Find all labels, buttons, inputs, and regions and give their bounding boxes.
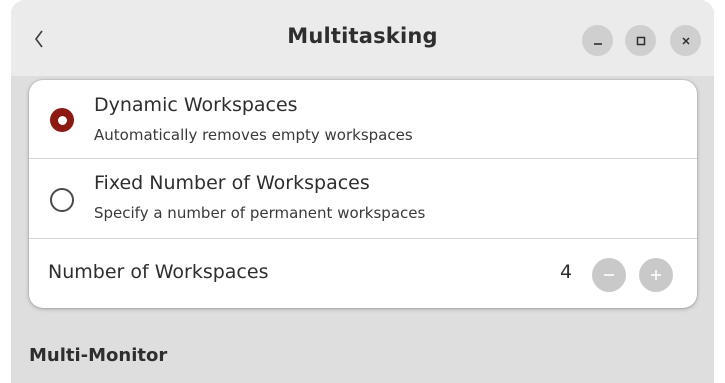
fixed-workspaces-subtitle: Specify a number of permanent workspaces [94,204,426,222]
fixed-workspaces-title: Fixed Number of Workspaces [94,172,370,194]
dynamic-workspaces-subtitle: Automatically removes empty workspaces [94,126,413,144]
fixed-workspaces-radio[interactable] [50,188,74,212]
workspace-count-row: Number of Workspaces 4 [29,239,697,308]
fixed-workspaces-row[interactable]: Fixed Number of Workspaces Specify a num… [29,159,697,238]
close-button[interactable] [670,25,701,56]
increment-button[interactable] [639,258,673,292]
settings-window: Multitasking Dynamic Workspaces Automati… [11,0,714,383]
close-icon [681,36,690,45]
workspaces-card: Dynamic Workspaces Automatically removes… [29,80,697,308]
maximize-icon [636,36,645,45]
workspace-count-label: Number of Workspaces [48,261,269,283]
dynamic-workspaces-title: Dynamic Workspaces [94,94,298,116]
minus-icon [604,274,614,276]
dynamic-workspaces-row[interactable]: Dynamic Workspaces Automatically removes… [29,80,697,158]
minimize-button[interactable] [582,25,613,56]
workspace-count-value[interactable]: 4 [560,261,572,283]
header-bar: Multitasking [11,0,714,76]
maximize-button[interactable] [625,25,656,56]
plus-icon [651,270,661,280]
dynamic-workspaces-radio[interactable] [50,108,74,132]
decrement-button[interactable] [592,258,626,292]
multi-monitor-heading: Multi-Monitor [29,345,168,366]
minimize-icon [593,42,602,45]
